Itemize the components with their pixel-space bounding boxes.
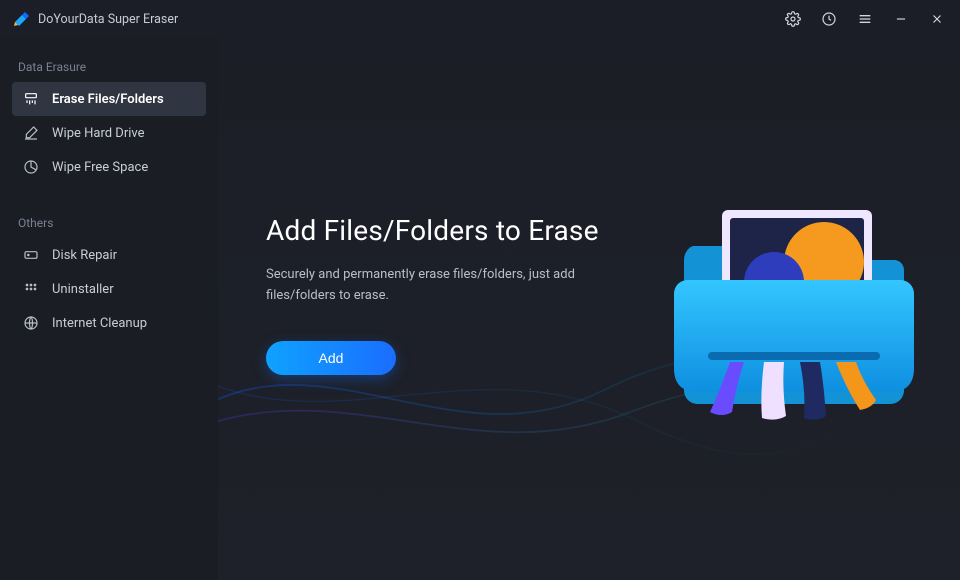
nav-section-others: Others xyxy=(12,208,206,238)
pie-icon xyxy=(22,159,40,175)
sidebar-item-label: Internet Cleanup xyxy=(52,316,147,331)
grid-icon xyxy=(22,281,40,297)
sidebar-item-uninstaller[interactable]: Uninstaller xyxy=(12,272,206,306)
sidebar-item-label: Wipe Hard Drive xyxy=(52,126,145,141)
sidebar-item-erase-files[interactable]: Erase Files/Folders xyxy=(12,82,206,116)
menu-button[interactable] xyxy=(854,8,876,30)
title-bar: DoYourData Super Eraser xyxy=(0,0,960,38)
sidebar-item-label: Disk Repair xyxy=(52,248,117,263)
sidebar-item-disk-repair[interactable]: Disk Repair xyxy=(12,238,206,272)
sidebar-item-internet-cleanup[interactable]: Internet Cleanup xyxy=(12,306,206,340)
history-button[interactable] xyxy=(818,8,840,30)
add-button[interactable]: Add xyxy=(266,341,396,375)
sidebar-item-label: Wipe Free Space xyxy=(52,160,148,175)
app-icon xyxy=(12,10,30,28)
eraser-icon xyxy=(22,125,40,141)
app-title: DoYourData Super Eraser xyxy=(38,12,178,27)
sidebar-item-label: Erase Files/Folders xyxy=(52,92,164,107)
minimize-button[interactable] xyxy=(890,8,912,30)
main-title: Add Files/Folders to Erase xyxy=(266,214,646,247)
globe-icon xyxy=(22,315,40,331)
shredder-icon xyxy=(22,91,40,107)
sidebar-item-label: Uninstaller xyxy=(52,282,114,297)
folder-shredder-illustration xyxy=(664,166,924,426)
main-panel: Add Files/Folders to Erase Securely and … xyxy=(218,38,960,580)
disk-icon xyxy=(22,247,40,263)
sidebar-item-wipe-drive[interactable]: Wipe Hard Drive xyxy=(12,116,206,150)
close-button[interactable] xyxy=(926,8,948,30)
nav-section-data-erasure: Data Erasure xyxy=(12,52,206,82)
sidebar-item-wipe-free-space[interactable]: Wipe Free Space xyxy=(12,150,206,184)
main-description: Securely and permanently erase files/fol… xyxy=(266,265,646,307)
settings-button[interactable] xyxy=(782,8,804,30)
sidebar: Data Erasure Erase Files/Folders xyxy=(0,38,218,580)
